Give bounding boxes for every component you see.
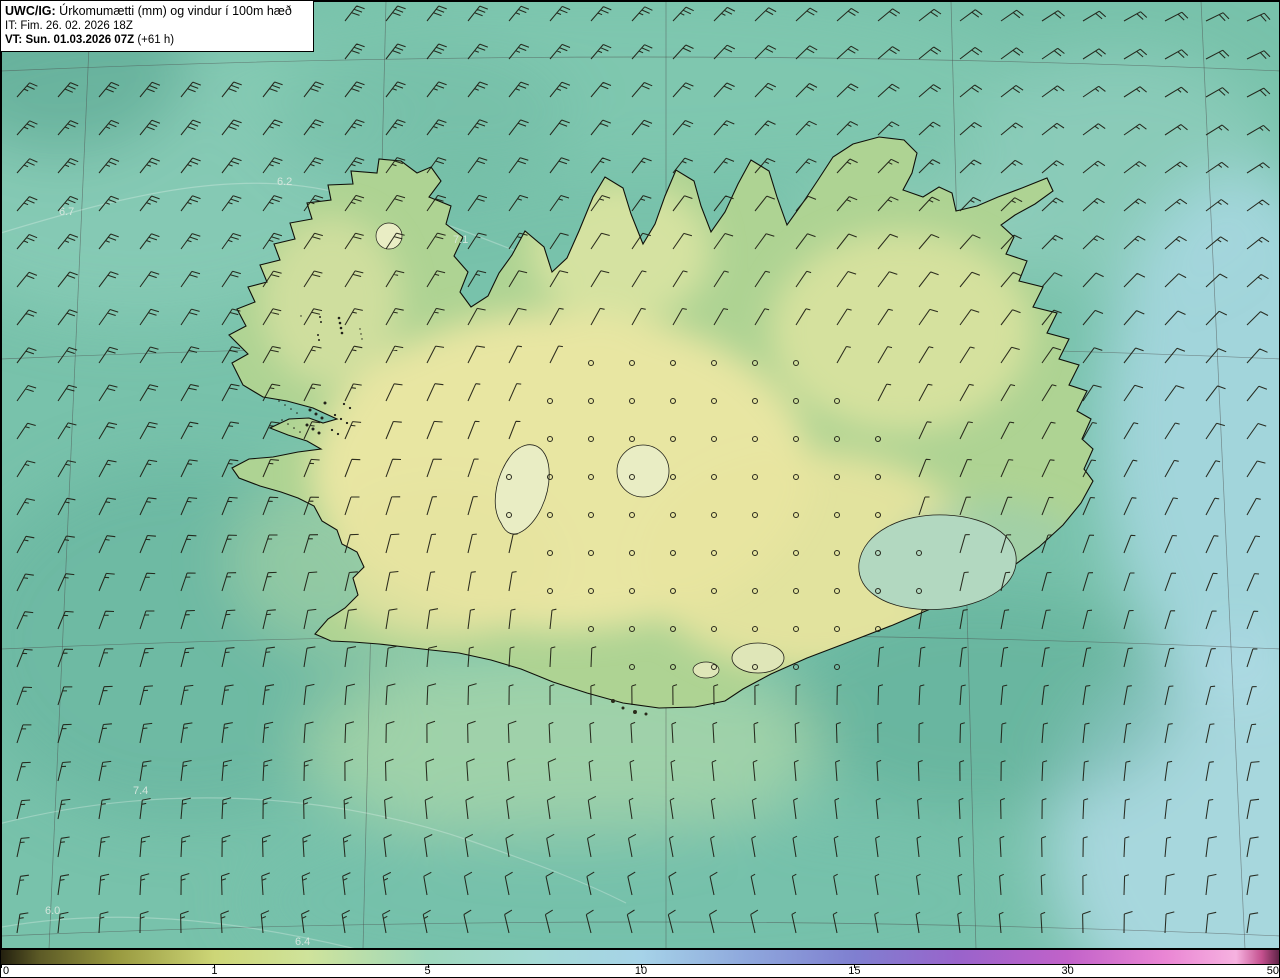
- skerry-dot: [338, 321, 342, 325]
- skerry-dot: [339, 326, 343, 330]
- skerry-dot: [360, 333, 362, 335]
- colorbar-tick-label: 0: [3, 965, 10, 977]
- colorbar-tick-label: 50: [1266, 965, 1279, 977]
- skerry-dot: [320, 321, 322, 323]
- skerry-dot: [311, 427, 315, 431]
- skerry-dot: [320, 416, 324, 420]
- skerry-dot: [314, 412, 318, 416]
- glacier-outline-hofsjokull: [616, 444, 670, 498]
- contour-label: 7.4: [133, 785, 148, 797]
- map-title: Úrkomumætti (mm) og vindur í 100m hæð: [55, 4, 292, 18]
- skerry-dot: [299, 431, 301, 433]
- forecast-title-box: UWC/IG: Úrkomumætti (mm) og vindur í 100…: [1, 1, 314, 52]
- contour-label: 6.0: [45, 905, 60, 917]
- skerry-dot: [340, 331, 344, 335]
- init-time: IT: Fim. 26. 02. 2026 18Z: [5, 20, 133, 32]
- model-name: UWC/IG:: [5, 4, 56, 18]
- skerry-dot: [284, 404, 286, 406]
- skerry-dot: [287, 423, 289, 425]
- colorbar-tick: [427, 965, 429, 968]
- island-vestmannaeyjar: [644, 712, 648, 716]
- island-vestmannaeyjar: [621, 706, 625, 710]
- colorbar-tick: [1, 965, 2, 968]
- skerry-dot: [359, 328, 361, 330]
- skerry-dot: [342, 402, 346, 406]
- skerry-dot: [336, 432, 340, 436]
- skerry-dot: [290, 408, 292, 410]
- island-vestmannaeyjar: [611, 699, 615, 703]
- skerry-dot: [278, 400, 280, 402]
- skerry-dot: [300, 315, 302, 317]
- valid-time: VT: Sun. 01.03.2026 07Z: [5, 34, 135, 46]
- skerry-dot: [361, 338, 363, 340]
- colorbar: 0 1 5 10 15 30 50: [1, 949, 1279, 977]
- contour-label: 6.4: [295, 936, 310, 948]
- skerry-dot: [339, 417, 343, 421]
- skerry-dot: [323, 401, 327, 405]
- skerry-dot: [318, 339, 320, 341]
- skerry-dot: [348, 406, 352, 410]
- glacier-outline-myrdalsjokull: [731, 642, 785, 674]
- skerry-dot: [308, 408, 312, 412]
- valid-time-line: VT: Sun. 01.03.2026 07Z (+61 h): [5, 33, 305, 47]
- skerry-dot: [345, 421, 349, 425]
- colorbar-tick: [1067, 965, 1069, 968]
- colorbar-tick: [641, 965, 642, 968]
- skerry-dot: [293, 427, 295, 429]
- skerry-dot: [317, 334, 319, 336]
- contour-label: 7.1: [453, 234, 468, 246]
- land-shade-blob: [771, 231, 1031, 431]
- contour-label: 6.2: [277, 176, 292, 188]
- skerry-dot: [330, 428, 334, 432]
- weather-map: 6.76.27.17.46.06.4: [1, 1, 1279, 949]
- island-vestmannaeyjar: [633, 710, 637, 714]
- valid-time-offset: (+61 h): [134, 34, 175, 46]
- skerry-dot: [337, 316, 341, 320]
- weather-map-stage: 6.7 6.2 7.1 7.4 6.0 6.4 UWC/IG: Úrkomumætti (…: [0, 0, 1280, 978]
- skerry-dot: [317, 431, 321, 435]
- colorbar-tick: [854, 965, 856, 968]
- skerry-dot: [305, 423, 309, 427]
- skerry-dot: [333, 413, 337, 417]
- title-line: UWC/IG: Úrkomumætti (mm) og vindur í 100…: [5, 4, 305, 19]
- colorbar-gradient: [1, 949, 1279, 965]
- skerry-dot: [281, 419, 283, 421]
- skerry-dot: [319, 316, 321, 318]
- skerry-dot: [296, 412, 298, 414]
- colorbar-tick: [214, 965, 216, 968]
